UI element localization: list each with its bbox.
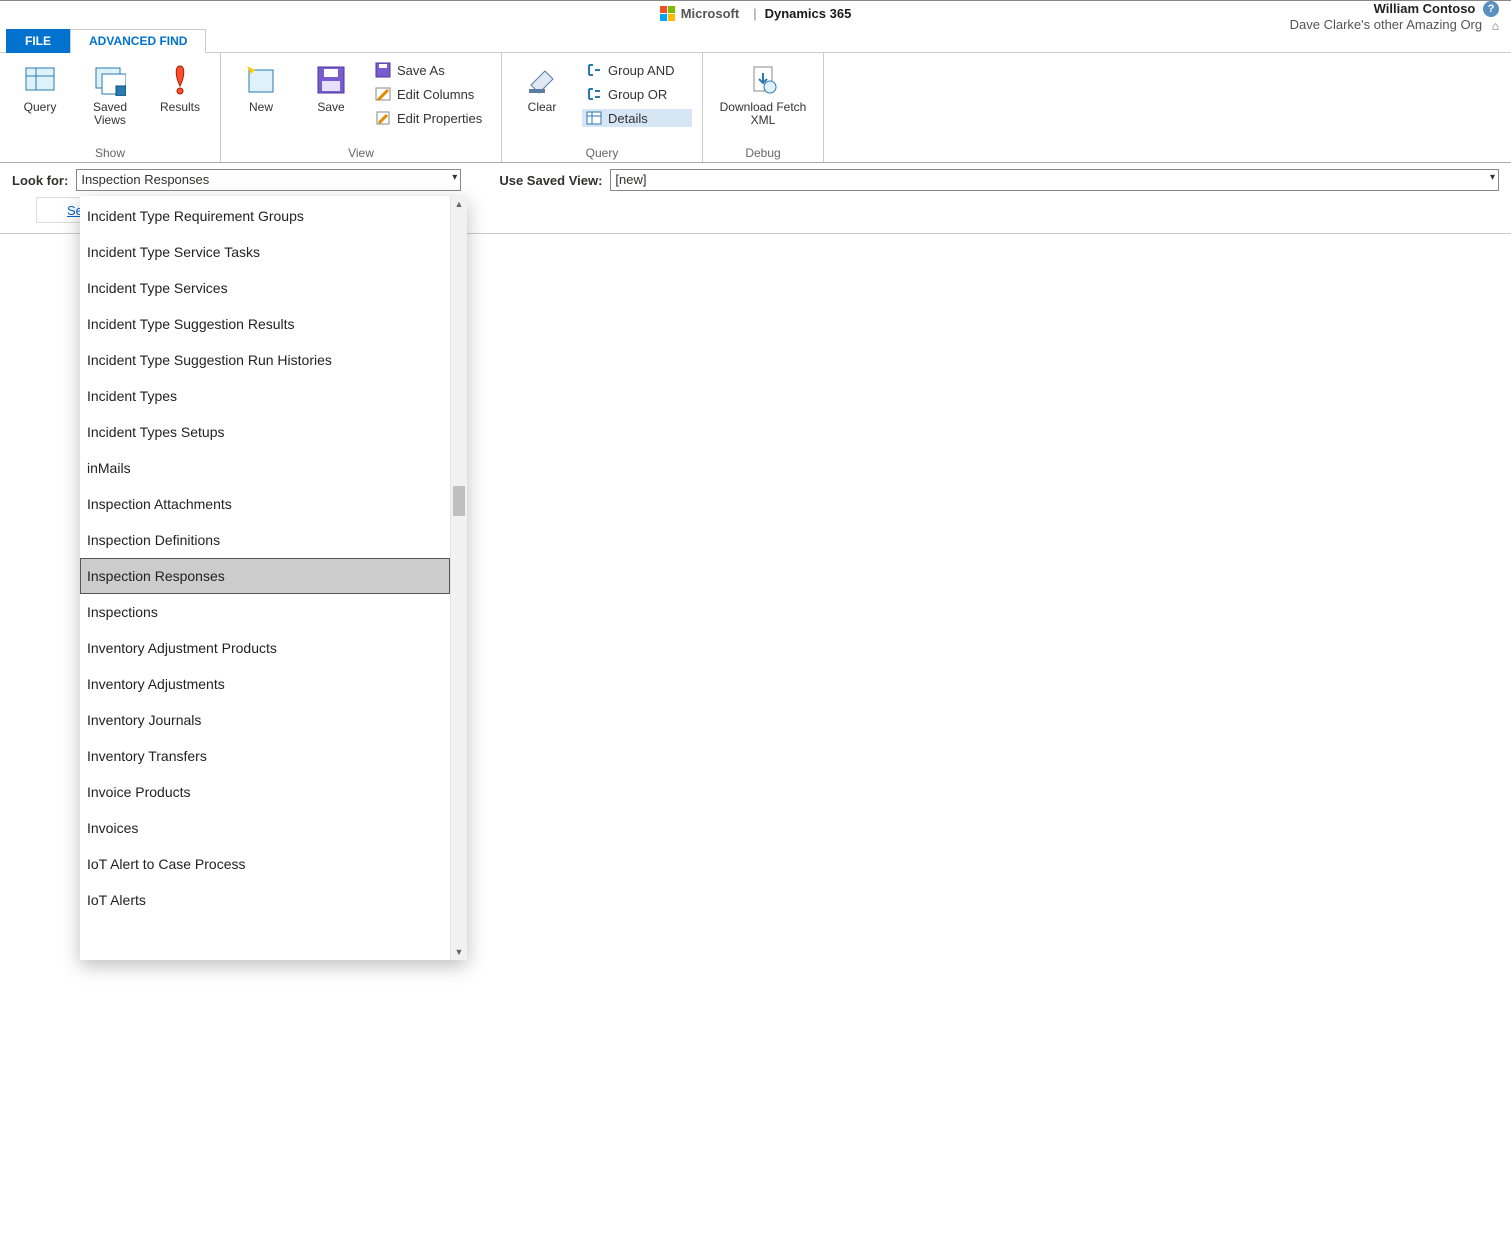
- save-button[interactable]: Save: [301, 57, 361, 114]
- edit-columns-label: Edit Columns: [397, 87, 474, 102]
- query-icon: [21, 61, 59, 99]
- ribbon-group-query: Clear Group AND Group OR: [502, 53, 703, 162]
- org-name: Dave Clarke's other Amazing Org: [1290, 17, 1483, 32]
- dropdown-item[interactable]: Inspections: [80, 594, 450, 630]
- group-and-label: Group AND: [608, 63, 674, 78]
- dropdown-list: Incident Type Requirement GroupsIncident…: [80, 196, 450, 960]
- scroll-thumb[interactable]: [453, 486, 465, 516]
- form-row: Look for: Inspection Responses ▾ Use Sav…: [0, 163, 1511, 197]
- look-for-value[interactable]: Inspection Responses: [76, 169, 461, 191]
- look-for-select[interactable]: Inspection Responses ▾: [76, 169, 461, 191]
- scroll-up-icon[interactable]: ▲: [451, 196, 467, 212]
- dropdown-item[interactable]: Inventory Adjustment Products: [80, 630, 450, 666]
- clear-label: Clear: [528, 101, 557, 114]
- save-as-icon: [375, 62, 391, 78]
- edit-columns-icon: [375, 86, 391, 102]
- query-label: Query: [24, 101, 57, 114]
- dropdown-item[interactable]: Inventory Transfers: [80, 738, 450, 774]
- look-for-dropdown: Incident Type Requirement GroupsIncident…: [80, 196, 467, 960]
- group-or-icon: [586, 86, 602, 102]
- tabs-row: FILE ADVANCED FIND: [0, 28, 1511, 53]
- tab-advanced-find[interactable]: ADVANCED FIND: [70, 29, 206, 53]
- dropdown-item[interactable]: Incident Type Requirement Groups: [80, 198, 450, 234]
- dropdown-item[interactable]: inMails: [80, 450, 450, 486]
- dropdown-item[interactable]: Incident Type Suggestion Run Histories: [80, 342, 450, 378]
- edit-properties-icon: [375, 110, 391, 126]
- download-fetch-xml-label: Download Fetch XML: [713, 101, 813, 127]
- details-label: Details: [608, 111, 648, 126]
- dropdown-item[interactable]: Inspection Definitions: [80, 522, 450, 558]
- saved-views-label: Saved Views: [80, 101, 140, 127]
- results-label: Results: [160, 101, 200, 114]
- ribbon: Query Saved Views Results Show: [0, 53, 1511, 163]
- details-button[interactable]: Details: [582, 109, 692, 127]
- microsoft-logo: Microsoft: [660, 6, 740, 21]
- clear-icon: [523, 61, 561, 99]
- microsoft-label: Microsoft: [681, 6, 740, 21]
- product-name: Dynamics 365: [765, 6, 852, 21]
- scroll-down-icon[interactable]: ▼: [451, 944, 467, 960]
- results-button[interactable]: Results: [150, 57, 210, 114]
- dropdown-item[interactable]: Incident Types Setups: [80, 414, 450, 450]
- new-label: New: [249, 101, 273, 114]
- saved-view-select[interactable]: [new] ▾: [610, 169, 1499, 191]
- new-button[interactable]: New: [231, 57, 291, 114]
- user-name: William Contoso: [1374, 1, 1476, 16]
- ribbon-caption-query: Query: [586, 144, 619, 160]
- header-divider: |: [753, 6, 756, 21]
- query-button[interactable]: Query: [10, 57, 70, 114]
- edit-properties-button[interactable]: Edit Properties: [371, 109, 491, 127]
- results-icon: [161, 61, 199, 99]
- dropdown-item[interactable]: Incident Type Suggestion Results: [80, 306, 450, 342]
- save-label: Save: [317, 101, 344, 114]
- ribbon-group-show: Query Saved Views Results Show: [0, 53, 221, 162]
- details-icon: [586, 110, 602, 126]
- top-header: Microsoft | Dynamics 365 William Contoso…: [0, 0, 1511, 26]
- download-fetch-xml-icon: [744, 61, 782, 99]
- group-and-button[interactable]: Group AND: [582, 61, 692, 79]
- download-fetch-xml-button[interactable]: Download Fetch XML: [713, 57, 813, 127]
- dropdown-item[interactable]: Incident Type Services: [80, 270, 450, 306]
- ribbon-group-view: New Save Save As E: [221, 53, 502, 162]
- ribbon-caption-debug: Debug: [745, 144, 780, 160]
- saved-views-button[interactable]: Saved Views: [80, 57, 140, 127]
- group-or-label: Group OR: [608, 87, 667, 102]
- edit-properties-label: Edit Properties: [397, 111, 482, 126]
- saved-views-icon: [91, 61, 129, 99]
- help-icon[interactable]: ?: [1483, 1, 1499, 17]
- group-or-button[interactable]: Group OR: [582, 85, 692, 103]
- microsoft-logo-icon: [660, 6, 675, 21]
- ribbon-caption-show: Show: [95, 144, 125, 160]
- new-icon: [242, 61, 280, 99]
- save-icon: [312, 61, 350, 99]
- select-link[interactable]: Sele: [37, 201, 86, 220]
- dropdown-item[interactable]: Incident Types: [80, 378, 450, 414]
- home-icon[interactable]: ⌂: [1492, 19, 1499, 33]
- edit-columns-button[interactable]: Edit Columns: [371, 85, 491, 103]
- dropdown-scrollbar[interactable]: ▲ ▼: [450, 196, 467, 960]
- group-and-icon: [586, 62, 602, 78]
- dropdown-item[interactable]: Invoice Products: [80, 774, 450, 810]
- saved-view-label: Use Saved View:: [499, 173, 602, 188]
- ribbon-group-debug: Download Fetch XML Debug: [703, 53, 824, 162]
- save-as-label: Save As: [397, 63, 445, 78]
- save-as-button[interactable]: Save As: [371, 61, 491, 79]
- dropdown-item[interactable]: Incident Type Service Tasks: [80, 234, 450, 270]
- dropdown-item[interactable]: Inventory Adjustments: [80, 666, 450, 702]
- tab-file[interactable]: FILE: [6, 29, 70, 53]
- user-block: William Contoso ? Dave Clarke's other Am…: [1290, 1, 1499, 33]
- select-link-container: Sele: [36, 197, 86, 223]
- ribbon-caption-view: View: [348, 144, 374, 160]
- look-for-label: Look for:: [12, 173, 68, 188]
- dropdown-item[interactable]: IoT Alert to Case Process: [80, 846, 450, 882]
- dropdown-item[interactable]: Inspection Attachments: [80, 486, 450, 522]
- clear-button[interactable]: Clear: [512, 57, 572, 114]
- dropdown-item[interactable]: Inspection Responses: [80, 558, 450, 594]
- saved-view-value[interactable]: [new]: [610, 169, 1499, 191]
- dropdown-item[interactable]: Inventory Journals: [80, 702, 450, 738]
- dropdown-item[interactable]: IoT Alerts: [80, 882, 450, 918]
- dropdown-item[interactable]: Invoices: [80, 810, 450, 846]
